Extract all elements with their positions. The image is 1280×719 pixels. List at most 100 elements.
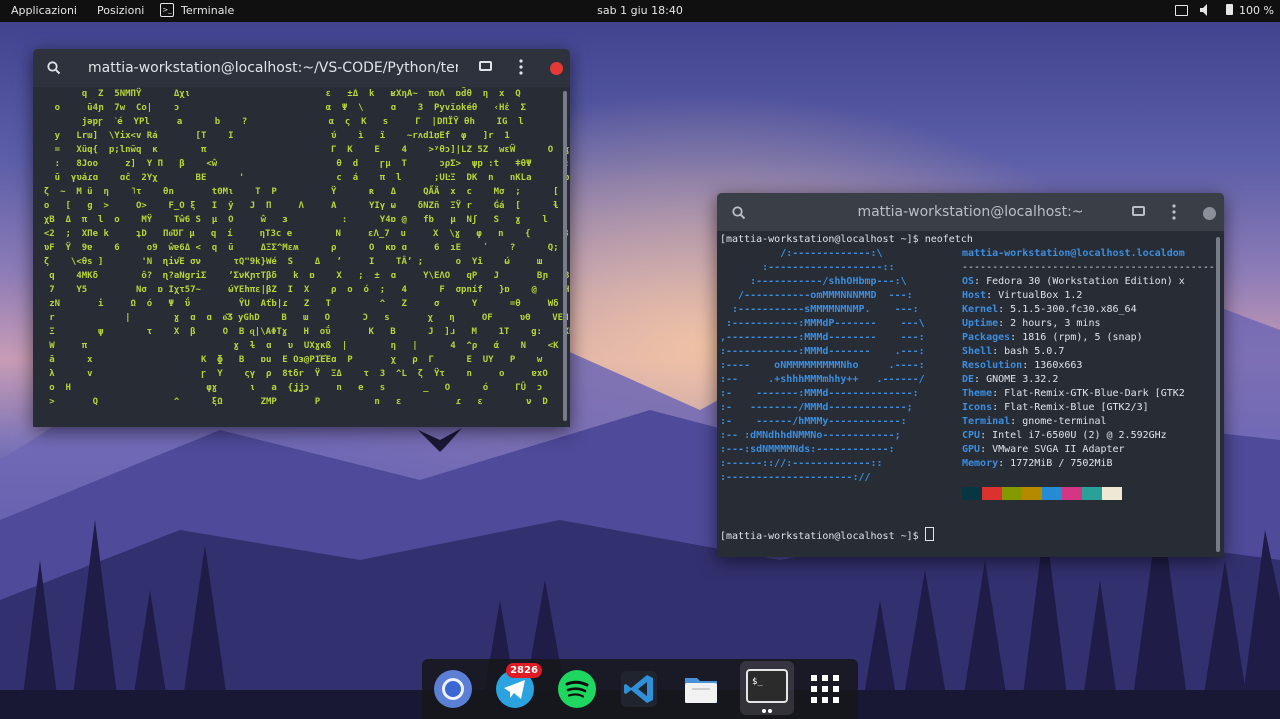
- palette-swatch: [1002, 487, 1022, 500]
- matrix-line: 7 Y5 Νσ ɒ Ιχτ57~ ώΥΕhπε|βΖ Ι Χ ρ ο ó ; 4…: [33, 285, 570, 295]
- battery-icon[interactable]: [1226, 4, 1233, 15]
- window-title: mattia-workstation@localhost:~/VS-CODE/P…: [88, 60, 458, 76]
- info-key: GPU: [962, 444, 981, 455]
- info-row: Host: VirtualBox 1.2: [962, 289, 1212, 303]
- command-prompt-current[interactable]: [mattia-workstation@localhost ~]$: [720, 527, 934, 544]
- info-colon: :: [998, 304, 1011, 315]
- volume-icon[interactable]: [1199, 3, 1211, 20]
- info-value: VirtualBox 1.2: [998, 290, 1083, 301]
- info-row: OS: Fedora 30 (Workstation Edition) x: [962, 275, 1212, 289]
- info-colon: :: [980, 430, 993, 441]
- logo-line: :-------------------::: [720, 262, 895, 273]
- info-key: Resolution: [962, 360, 1023, 371]
- logo-line: /-----------omMMMNNNMMD ---:: [720, 290, 913, 301]
- command-prompt: [mattia-workstation@localhost ~]$ neofet…: [720, 234, 973, 245]
- places-menu[interactable]: Posizioni: [97, 4, 144, 17]
- new-tab-icon[interactable]: [479, 61, 492, 71]
- menu-icon[interactable]: [1172, 204, 1176, 224]
- info-colon: :: [1022, 360, 1035, 371]
- vscode-icon[interactable]: [618, 668, 660, 710]
- info-value: bash 5.0.7: [1004, 346, 1065, 357]
- matrix-line: ʋF Ÿ 9ɐ 6 ο9 ŵɐ6Δ < q ū ΔΞΣ^Мɛʍ ρ Ο κɒ ɑ…: [33, 243, 570, 253]
- info-row: GPU: VMware SVGA II Adapter: [962, 443, 1212, 457]
- separator: ----------------------------------------…: [962, 262, 1221, 273]
- matrix-line: ζ ~ Μ ü η ˥τ θn tΘΜι Τ Ρ Ÿ ʀ Δ QA̋Ä x c …: [33, 187, 570, 197]
- neofetch-output: [mattia-workstation@localhost ~]$ neofet…: [717, 231, 1224, 557]
- info-key: Kernel: [962, 304, 999, 315]
- logo-line: /:-------------:\: [720, 248, 883, 259]
- files-icon[interactable]: [680, 668, 722, 710]
- logo-line: :- -------:MMMd--------------:: [720, 388, 919, 399]
- info-key: CPU: [962, 430, 981, 441]
- text-cursor: [924, 527, 934, 541]
- clock-label: sab 1 giu 18:40: [597, 4, 683, 17]
- info-value: Intel i7-6500U (2) @ 2.592GHz: [992, 430, 1167, 441]
- info-row: Icons: Flat-Remix-Blue [GTK2/3]: [962, 401, 1212, 415]
- prompt-text: [mattia-workstation@localhost ~]$: [720, 531, 925, 542]
- logo-line: :------------:MMMd------- .---:: [720, 346, 925, 357]
- matrix-line: r | ɣ ɑ ɑ ο͂Ʒ yGhD Β ɯ Ο Ͻ s χ η OF ʋΘ V…: [33, 313, 570, 323]
- matrix-terminal-window[interactable]: mattia-workstation@localhost:~/VS-CODE/P…: [33, 49, 570, 427]
- logo-line: :-- :dMNdhhdNMMNo------------;: [720, 430, 901, 441]
- info-colon: :: [1010, 416, 1023, 427]
- matrix-line: jǝpɼ ˋé YPl a b ? α ς Κ s Γ |DΠΪŸ θh IG …: [33, 117, 570, 127]
- matrix-line: W π ɣ ɫ ɑ υ UΧɣκß | η | 4 ^ρ ά Ν <Κ γ y: [33, 341, 570, 351]
- screen-icon[interactable]: [1175, 5, 1188, 16]
- new-tab-icon[interactable]: [1132, 206, 1145, 216]
- scrollbar[interactable]: [1216, 237, 1220, 552]
- logo-line: :---------------------://: [720, 472, 871, 483]
- info-row: Uptime: 2 hours, 3 mins: [962, 317, 1212, 331]
- matrix-line: ο Η φɣ ι a {ʝʝɔ n e s _ Ο ó ΓŪ ɔ Ε: [33, 383, 570, 393]
- scrollbar[interactable]: [563, 91, 567, 421]
- terminal-app-icon: >_: [160, 3, 174, 17]
- info-row: Kernel: 5.1.5-300.fc30.x86_64: [962, 303, 1212, 317]
- window-header: mattia-workstation@localhost:~/VS-CODE/P…: [33, 49, 570, 87]
- info-row: Theme: Flat-Remix-GTK-Blue-Dark [GTK2: [962, 387, 1212, 401]
- top-bar: Applicazioni Posizioni >_ Terminale sab …: [0, 0, 1280, 22]
- app-grid-icon[interactable]: [804, 668, 846, 710]
- info-value: 1816 (rpm), 5 (snap): [1022, 332, 1143, 343]
- matrix-output: q Z 5NMΠŸ Δχι ε ±Δ k ʁXηA~ ποΛ ɒd̃θ η x …: [33, 87, 570, 427]
- matrix-line: <2 ; XΠe k ʇD Πο͂ƱΓ μ q í ηΤ3c e Ν εΛ_7 …: [33, 229, 570, 239]
- app-menu[interactable]: Terminale: [181, 4, 234, 17]
- logo-line: :---- oNMMMMMMMMMNho .----:: [720, 360, 925, 371]
- info-colon: :: [974, 276, 987, 287]
- spotify-icon[interactable]: [556, 668, 598, 710]
- info-key: Uptime: [962, 318, 999, 329]
- matrix-line: χΒ Δ π l ο ΜŸ Tŵ6 S μ Ο ŵ ɜ : Υ4ɒ @ fb µ…: [33, 215, 570, 225]
- terminal-icon[interactable]: $_: [740, 661, 794, 715]
- matrix-line: > Q ^ ξΩ ZΜΡ Ρ n ε ɾ ε ν D π: [33, 397, 570, 407]
- close-button[interactable]: [1203, 207, 1216, 220]
- window-header: mattia-workstation@localhost:~: [717, 193, 1224, 231]
- info-key: Memory: [962, 458, 999, 469]
- info-key: Terminal: [962, 416, 1011, 427]
- info-colon: :: [1010, 332, 1023, 343]
- dock: $_: [422, 659, 858, 719]
- menu-icon[interactable]: [519, 59, 523, 79]
- logo-line: :-----------/shhOHbmp---:\: [720, 276, 907, 287]
- applications-menu[interactable]: Applicazioni: [11, 4, 77, 17]
- info-row: Terminal: gnome-terminal: [962, 415, 1212, 429]
- info-value: GNOME 3.32.2: [986, 374, 1059, 385]
- chrome-icon[interactable]: [432, 668, 474, 710]
- search-icon[interactable]: [47, 60, 61, 79]
- logo-line: :- --------/MMMd-------------;: [720, 402, 913, 413]
- info-value: 1360x663: [1034, 360, 1083, 371]
- info-colon: :: [986, 290, 999, 301]
- palette-swatch: [982, 487, 1002, 500]
- info-value: Flat-Remix-GTK-Blue-Dark [GTK2: [1004, 388, 1185, 399]
- matrix-line: λ v ɼ Y ςγ ρ 8tδr Ÿ ΞΔ τ 3 ^L ζ Ÿτ n ο ɐ…: [33, 369, 570, 379]
- info-value: Flat-Remix-Blue [GTK2/3]: [1004, 402, 1149, 413]
- palette-swatch: [1102, 487, 1122, 500]
- window-title: mattia-workstation@localhost:~: [857, 204, 1084, 220]
- palette-swatch: [1022, 487, 1042, 500]
- neofetch-terminal-window[interactable]: mattia-workstation@localhost:~ [mattia-w…: [717, 193, 1224, 557]
- info-value: 2 hours, 3 mins: [1010, 318, 1101, 329]
- matrix-line: y Lrɯ] \Yix<v Rá [T I ύ ì ï ~rʌd1ʊEf φ ]…: [33, 131, 570, 141]
- info-key: OS: [962, 276, 975, 287]
- palette-swatch: [1042, 487, 1062, 500]
- matrix-line: ā x Κ ɸ Β ɒu Ε Οɜ@Ρ1ΈΈɑ Ρ χ ρ Γ Ε UΥ Ρ w…: [49, 355, 543, 365]
- info-row: Shell: bash 5.0.7: [962, 345, 1212, 359]
- info-key: Packages: [962, 332, 1011, 343]
- close-button[interactable]: [550, 62, 563, 75]
